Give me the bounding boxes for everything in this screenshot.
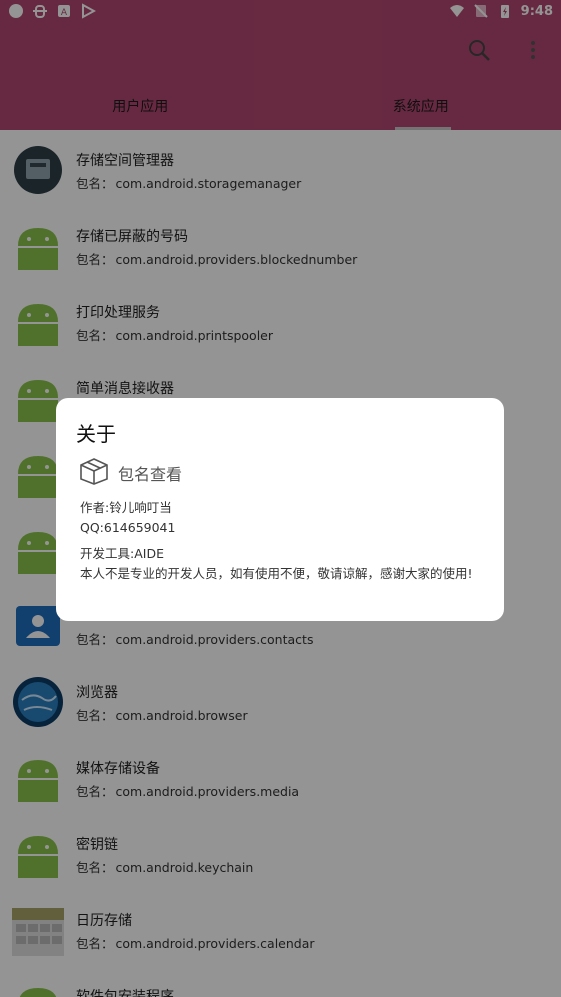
about-dialog: 关于 包名查看 作者:铃儿响叮当 QQ:614659041 开发工具:AIDE … bbox=[56, 398, 504, 621]
description-text: 本人不是专业的开发人员，如有使用不便，敬请谅解，感谢大家的使用! bbox=[80, 566, 473, 581]
qq-text: QQ:614659041 bbox=[80, 520, 176, 535]
dev-tool-text: 开发工具:AIDE bbox=[80, 546, 164, 561]
author-text: 作者:铃儿响叮当 bbox=[80, 500, 172, 515]
app-name: 包名查看 bbox=[118, 465, 183, 484]
dialog-title: 关于 bbox=[76, 422, 116, 446]
package-box-icon bbox=[79, 457, 109, 485]
